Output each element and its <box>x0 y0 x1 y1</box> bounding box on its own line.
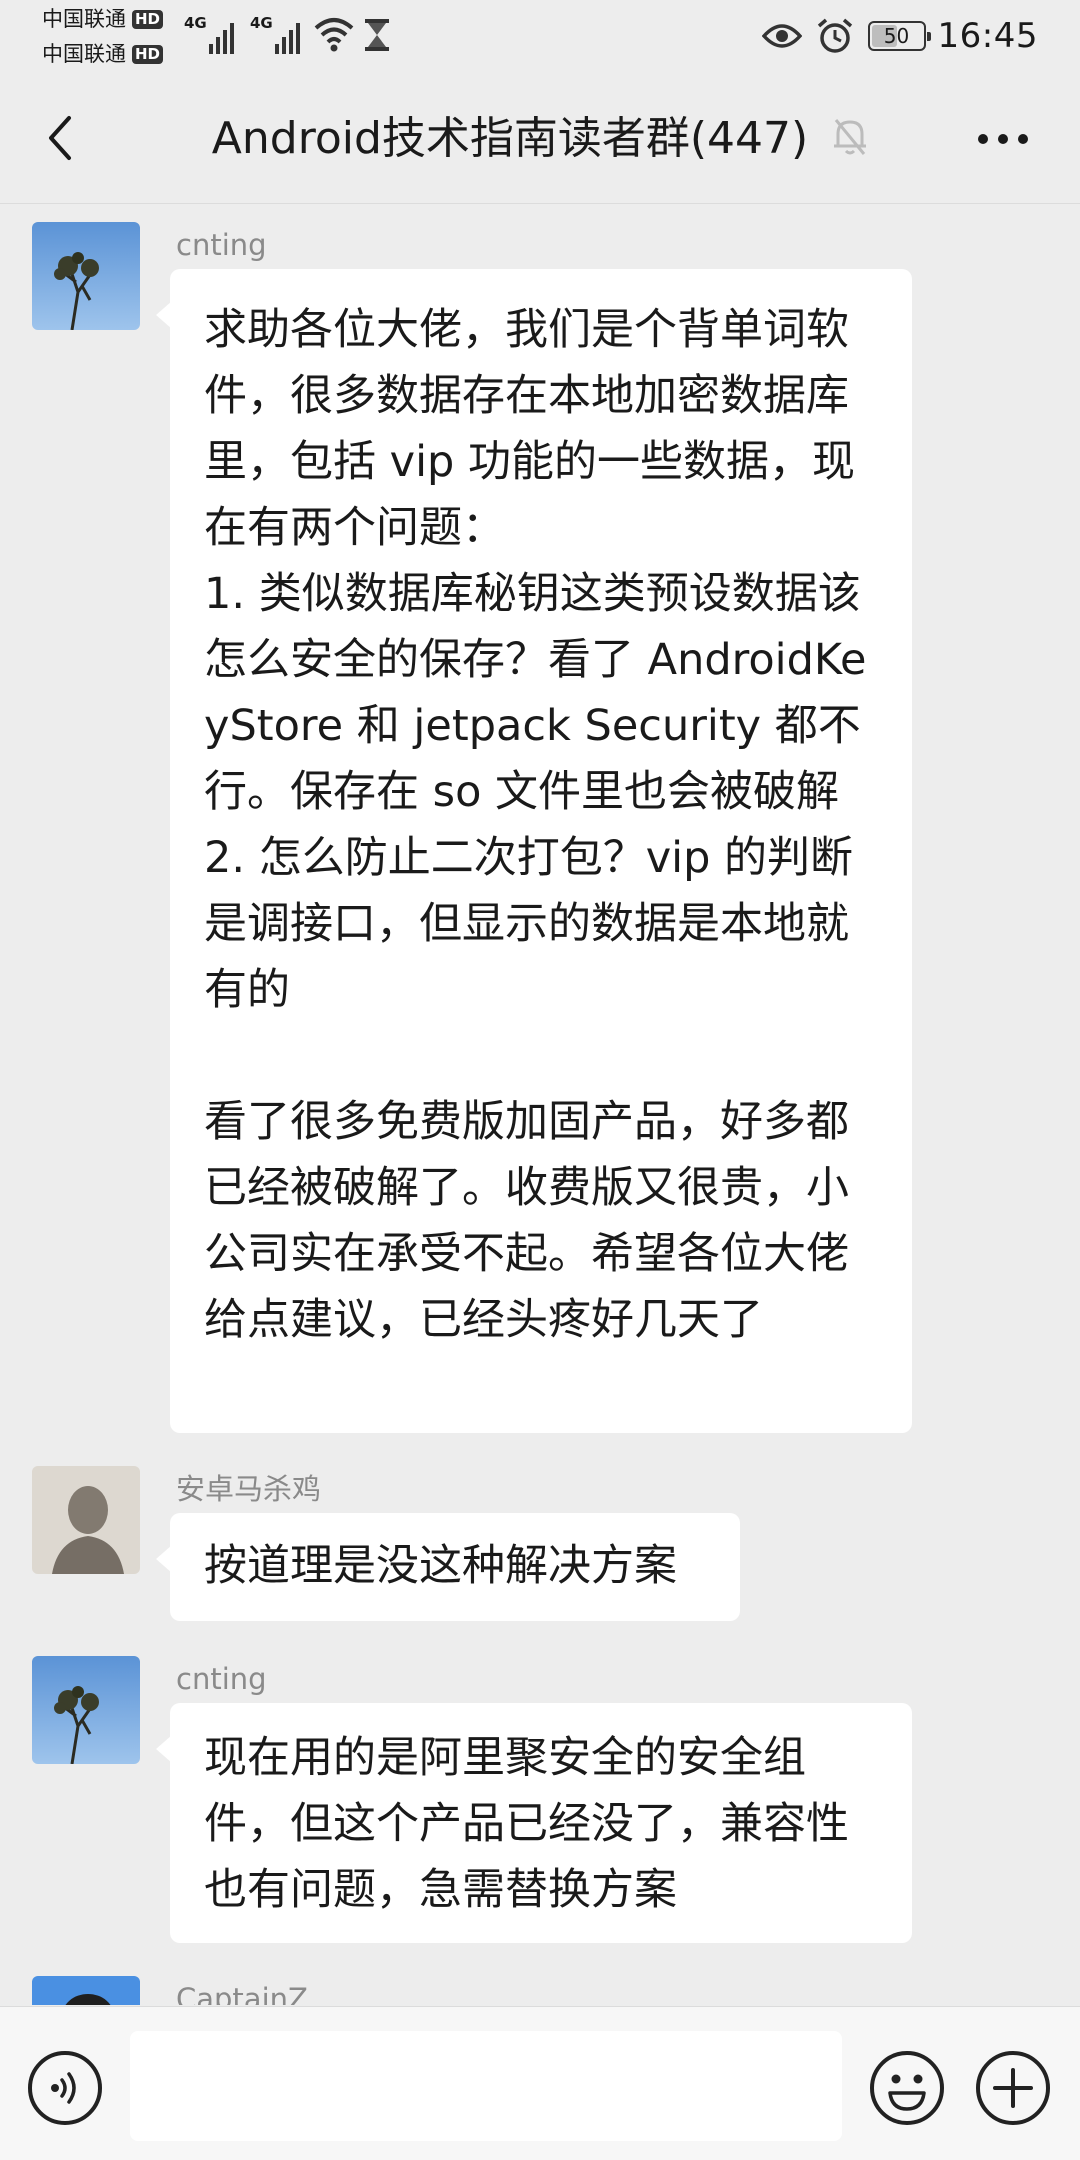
plus-icon <box>993 2068 1033 2108</box>
message-input[interactable] <box>130 2031 842 2141</box>
emoji-button[interactable] <box>870 2051 944 2125</box>
signal-icon: 4G <box>250 14 303 54</box>
hourglass-icon <box>365 19 389 51</box>
chat-screen: 中国联通 HD 中国联通 HD 4G 4G 50 16:45 Android技术… <box>0 0 1080 2160</box>
more-button[interactable] <box>968 114 1038 164</box>
hd-badge: HD <box>132 9 164 29</box>
tree-sky-avatar-icon <box>32 1656 140 1764</box>
emoji-icon <box>888 2074 926 2111</box>
status-right: 50 16:45 <box>761 14 1038 58</box>
voice-button[interactable] <box>28 2051 102 2125</box>
avatar[interactable] <box>32 1466 140 1574</box>
avatar[interactable] <box>32 1976 140 2005</box>
battery-level: 50 <box>883 24 910 48</box>
silhouette-avatar-icon <box>32 1466 140 1574</box>
carrier-1: 中国联通 HD <box>42 7 164 31</box>
avatar[interactable] <box>32 1656 140 1764</box>
alarm-icon <box>817 18 852 53</box>
clock: 16:45 <box>937 16 1038 56</box>
input-bar <box>0 2006 1080 2160</box>
chat-title[interactable]: Android技术指南读者群(447) <box>212 108 808 170</box>
sender-name: cnting <box>176 228 267 262</box>
sender-name: cnting <box>176 1662 267 1696</box>
plus-button[interactable] <box>976 2051 1050 2125</box>
avatar[interactable] <box>32 222 140 330</box>
network-type-label: 4G <box>250 14 273 32</box>
more-dots-icon <box>978 134 1028 144</box>
tree-sky-avatar-icon <box>32 222 140 330</box>
message-bubble[interactable]: 按道理是没这种解决方案 <box>156 1513 740 1621</box>
sender-name: CaptainZ <box>176 1982 308 2005</box>
wifi-icon <box>314 18 354 52</box>
eye-icon <box>761 24 802 48</box>
battery-icon: 50 <box>867 21 931 51</box>
status-bar: 中国联通 HD 中国联通 HD 4G 4G 50 16:45 <box>0 0 1080 74</box>
message-bubble[interactable]: 现在用的是阿里聚安全的安全组件，但这个产品已经没了，兼容性也有问题，急需替换方案 <box>156 1703 912 1943</box>
message-bubble[interactable]: 求助各位大佬，我们是个背单词软件，很多数据存在本地加密数据库里，包括 vip 功… <box>156 269 912 1433</box>
mute-bell-icon <box>834 119 866 155</box>
carrier-2: 中国联通 HD <box>42 42 164 66</box>
signal-icon: 4G <box>184 14 237 54</box>
sender-name: 安卓马杀鸡 <box>176 1472 322 1506</box>
chat-title-wrap: Android技术指南读者群(447) <box>0 108 1080 170</box>
network-type-label: 4G <box>184 14 207 32</box>
dark-hair-avatar-icon <box>32 1976 140 2005</box>
chat-header: Android技术指南读者群(447) <box>0 74 1080 204</box>
carrier-2-label: 中国联通 <box>42 42 126 66</box>
message-list[interactable]: cnting 求助各位大佬，我们是个背单词软件，很多数据存在本地加密数据库里，包… <box>0 205 1080 2005</box>
hd-badge: HD <box>132 44 164 64</box>
voice-icon <box>51 2072 76 2104</box>
carrier-1-label: 中国联通 <box>42 7 126 31</box>
